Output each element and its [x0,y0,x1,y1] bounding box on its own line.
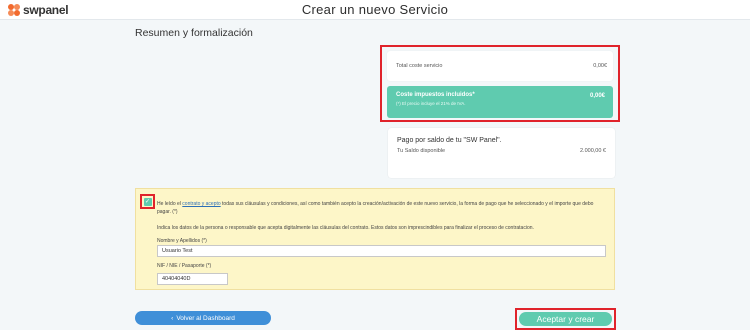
taxes-note: (*) El precio incluye el 21% de IVA. [396,101,466,106]
section-title: Resumen y formalización [135,27,253,39]
total-cost-row: Total coste servicio 0,00€ [387,51,613,81]
terms-text-after: todas sus cláusulas y condiciones, así c… [157,201,594,215]
total-cost-label: Total coste servicio [396,63,443,69]
balance-row: Tu Saldo disponible 2.000,00 € [397,148,606,154]
taxes-row: Coste impuestos incluidos* 0,00€ (*) El … [387,86,613,118]
accept-button-highlight: Aceptar y crear [515,308,616,330]
top-bar: swpanel Crear un nuevo Servicio [0,0,750,20]
balance-value: 2.000,00 € [580,148,606,154]
check-icon: ✓ [144,198,151,205]
back-to-dashboard-button[interactable]: ‹ Volver al Dashboard [135,311,271,325]
signer-instructions: Indica los datos de la persona o respons… [157,225,534,231]
taxes-value: 0,00€ [589,93,605,99]
cost-summary: Total coste servicio 0,00€ Coste impuest… [380,45,620,122]
contract-link[interactable]: contrato y acepto [182,201,220,207]
name-label: Nombre y Apellidos (*) [157,238,207,244]
page-title: Crear un nuevo Servicio [301,2,449,17]
nif-label: NIF / NIE / Pasaporte (*) [157,263,212,269]
accept-and-create-button[interactable]: Aceptar y crear [519,312,612,326]
balance-title: Pago por saldo de tu "SW Panel". [397,137,502,144]
taxes-label: Coste impuestos incluidos* [396,92,475,98]
terms-text-before: He leído el [157,201,183,207]
back-button-label: Volver al Dashboard [176,314,235,322]
terms-text: He leído el contrato y acepto todas sus … [157,200,607,216]
terms-panel: ✓ He leído el contrato y acepto todas su… [135,188,615,290]
terms-checkbox-highlight: ✓ [140,194,155,209]
balance-payment-box: Pago por saldo de tu "SW Panel". Tu Sald… [388,128,615,178]
total-cost-value: 0,00€ [593,63,607,69]
chevron-left-icon: ‹ [171,314,174,322]
terms-checkbox[interactable]: ✓ [143,197,152,206]
balance-label: Tu Saldo disponible [397,148,446,154]
nif-field[interactable]: 40404040D [157,273,228,285]
name-field[interactable]: Usuario Test [157,245,606,257]
